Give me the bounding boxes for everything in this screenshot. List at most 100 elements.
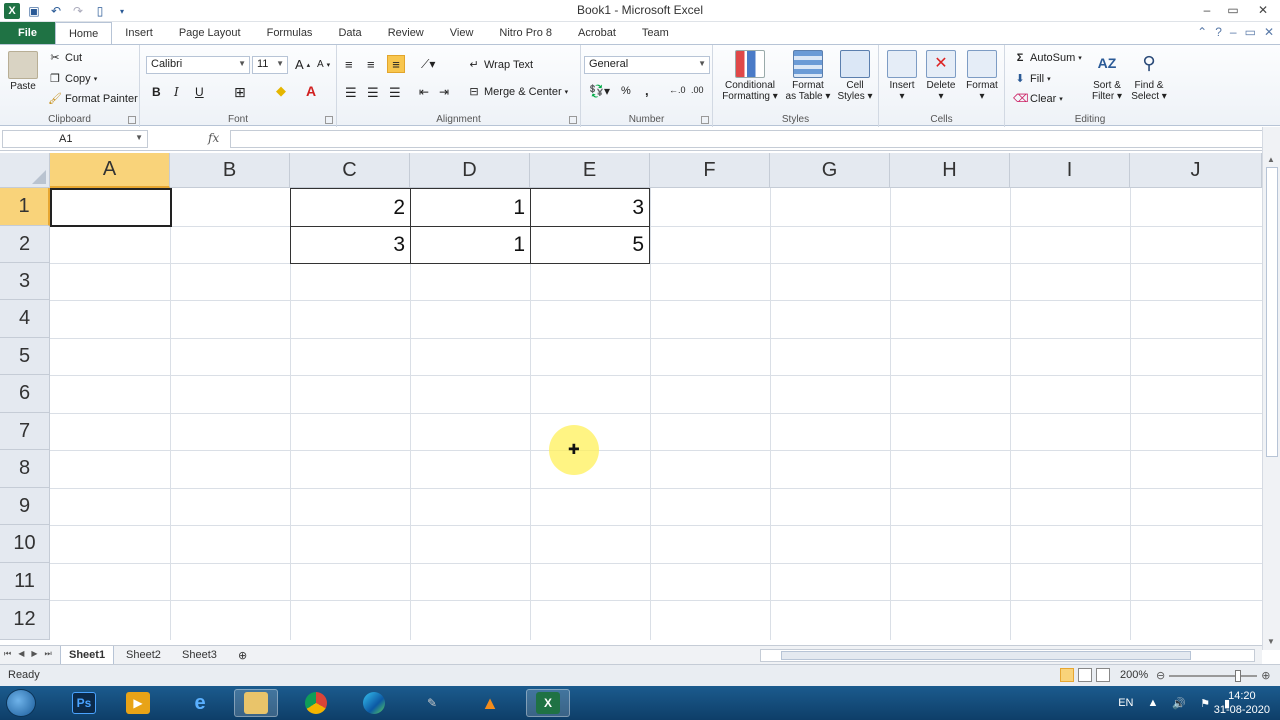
align-center-button[interactable]: ☰: [367, 85, 379, 101]
volume-icon[interactable]: 🔊: [1172, 697, 1186, 710]
photoshop-taskbar-icon[interactable]: Ps: [62, 689, 106, 717]
zoom-level[interactable]: 200%: [1120, 669, 1148, 681]
name-box[interactable]: A1 ▼: [2, 130, 148, 148]
language-indicator[interactable]: EN: [1118, 697, 1133, 709]
insert-sheet-icon[interactable]: ⊕: [230, 646, 255, 665]
font-launcher-icon[interactable]: [325, 116, 333, 124]
workbook-minimize-icon[interactable]: –: [1230, 25, 1237, 39]
alignment-launcher-icon[interactable]: [569, 116, 577, 124]
row-header-1[interactable]: 1: [0, 188, 50, 226]
scrollbar-thumb[interactable]: [1266, 167, 1278, 457]
row-header-12[interactable]: 12: [0, 600, 50, 640]
percent-style-button[interactable]: %: [621, 85, 631, 97]
zoom-in-icon[interactable]: ⊕: [1261, 669, 1270, 682]
wrap-text-button[interactable]: ↵ Wrap Text: [467, 58, 533, 72]
column-header-d[interactable]: D: [410, 153, 530, 188]
tab-review[interactable]: Review: [375, 22, 437, 44]
orientation-button[interactable]: ⟋▾: [421, 57, 435, 72]
cell-d1[interactable]: 1: [410, 188, 531, 227]
tool-taskbar-icon[interactable]: ✎: [410, 689, 454, 717]
row-header-9[interactable]: 9: [0, 488, 50, 525]
column-header-h[interactable]: H: [890, 153, 1010, 188]
row-header-11[interactable]: 11: [0, 563, 50, 600]
font-name-combo[interactable]: Calibri ▼: [146, 56, 250, 74]
insert-cells-button[interactable]: Insert ▾: [885, 50, 919, 102]
workbook-close-icon[interactable]: ✕: [1264, 25, 1274, 39]
row-header-6[interactable]: 6: [0, 375, 50, 413]
scroll-up-icon[interactable]: ▲: [1267, 155, 1275, 164]
tab-file[interactable]: File: [0, 22, 55, 44]
zoom-slider[interactable]: ⊖ ⊕: [1156, 669, 1270, 682]
grow-font-button[interactable]: A ▴: [295, 57, 310, 72]
scroll-down-icon[interactable]: ▼: [1267, 637, 1275, 646]
prev-sheet-icon[interactable]: ◀: [18, 649, 24, 659]
row-header-10[interactable]: 10: [0, 525, 50, 563]
conditional-formatting-button[interactable]: Conditional Formatting ▾: [719, 50, 781, 102]
sort-filter-button[interactable]: AZ Sort & Filter ▾: [1087, 50, 1127, 102]
find-select-button[interactable]: ⚲ Find & Select ▾: [1127, 50, 1171, 102]
decrease-indent-button[interactable]: ⇤: [419, 85, 429, 99]
page-break-view-icon[interactable]: [1096, 668, 1110, 682]
italic-button[interactable]: I: [174, 85, 179, 99]
column-header-g[interactable]: G: [770, 153, 890, 188]
normal-view-icon[interactable]: [1060, 668, 1074, 682]
edge-taskbar-icon[interactable]: [352, 689, 396, 717]
tab-team[interactable]: Team: [629, 22, 682, 44]
tab-formulas[interactable]: Formulas: [254, 22, 326, 44]
active-cell-a1[interactable]: [50, 188, 172, 227]
tab-nitro-pro[interactable]: Nitro Pro 8: [486, 22, 565, 44]
increase-indent-button[interactable]: ⇥: [439, 85, 449, 99]
align-right-button[interactable]: ☰: [389, 85, 401, 101]
row-header-2[interactable]: 2: [0, 226, 50, 263]
cell-e1[interactable]: 3: [530, 188, 650, 227]
align-bottom-button[interactable]: ≡: [387, 55, 405, 73]
sheet-tab-sheet2[interactable]: Sheet2: [118, 646, 169, 665]
row-header-4[interactable]: 4: [0, 300, 50, 338]
cell-e2[interactable]: 5: [530, 226, 650, 264]
shrink-font-button[interactable]: A ▾: [317, 59, 330, 70]
row-header-8[interactable]: 8: [0, 450, 50, 488]
show-hidden-icons-icon[interactable]: ▲: [1147, 697, 1158, 709]
worksheet-grid[interactable]: A B C D E F G H I J 1 2 3 4 5 6 7 8 9 10…: [0, 153, 1262, 640]
row-header-5[interactable]: 5: [0, 338, 50, 375]
next-sheet-icon[interactable]: ▶: [31, 649, 37, 659]
first-sheet-icon[interactable]: ⏮: [4, 649, 11, 659]
vertical-scrollbar[interactable]: ▲ ▼: [1262, 127, 1280, 650]
insert-function-icon[interactable]: fx: [208, 131, 219, 145]
number-launcher-icon[interactable]: [701, 116, 709, 124]
sheet-tab-sheet1[interactable]: Sheet1: [60, 646, 115, 665]
formula-input[interactable]: [230, 130, 1266, 148]
increase-decimal-button[interactable]: ←.0: [669, 85, 686, 95]
sheet-tab-sheet3[interactable]: Sheet3: [174, 646, 225, 665]
align-top-button[interactable]: ≡: [345, 57, 353, 72]
tab-insert[interactable]: Insert: [112, 22, 166, 44]
column-header-j[interactable]: J: [1130, 153, 1262, 188]
tab-home[interactable]: Home: [54, 22, 113, 44]
column-header-b[interactable]: B: [170, 153, 290, 188]
fill-color-button[interactable]: ◆: [276, 83, 286, 99]
underline-button[interactable]: U: [195, 85, 204, 99]
horizontal-scrollbar[interactable]: [760, 649, 1255, 662]
zoom-knob[interactable]: [1235, 669, 1242, 682]
zoom-track[interactable]: [1169, 669, 1258, 682]
clock[interactable]: 14:20 31-08-2020: [1214, 689, 1270, 717]
clear-button[interactable]: ⌫ Clear ▾: [1013, 92, 1063, 106]
cut-button[interactable]: ✂ Cut: [48, 51, 82, 65]
excel-taskbar-icon[interactable]: X: [526, 689, 570, 717]
scrollbar-thumb[interactable]: [781, 651, 1191, 660]
number-format-combo[interactable]: General ▼: [584, 56, 710, 74]
close-button[interactable]: ✕: [1246, 0, 1280, 20]
copy-button[interactable]: ❐ Copy ▾: [48, 72, 97, 86]
format-painter-button[interactable]: 🖌 Format Painter: [48, 92, 138, 106]
delete-cells-button[interactable]: ✕ Delete ▾: [923, 50, 959, 102]
font-size-combo[interactable]: 11 ▼: [252, 56, 288, 74]
row-header-3[interactable]: 3: [0, 263, 50, 300]
column-header-c[interactable]: C: [290, 153, 410, 188]
cell-d2[interactable]: 1: [410, 226, 531, 264]
align-middle-button[interactable]: ≡: [367, 57, 375, 72]
comma-style-button[interactable]: ,: [645, 83, 649, 98]
workbook-restore-icon[interactable]: ▭: [1245, 25, 1256, 39]
cell-c2[interactable]: 3: [290, 226, 411, 264]
chrome-taskbar-icon[interactable]: [294, 689, 338, 717]
merge-center-button[interactable]: ⊟ Merge & Center ▾: [467, 85, 568, 99]
